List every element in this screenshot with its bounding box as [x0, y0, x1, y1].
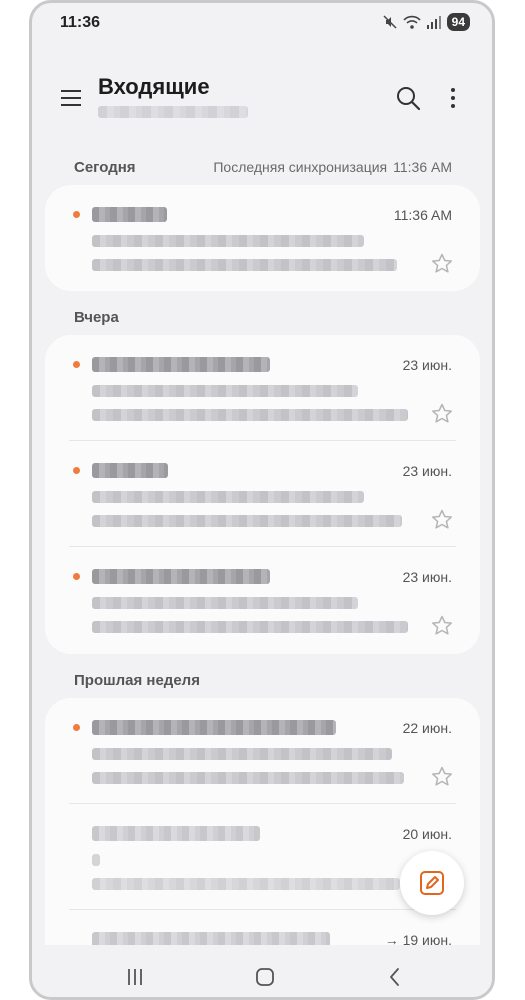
phone-screen: 11:36 94 Входящие Сегодня Последняя синх…	[29, 0, 495, 1000]
more-vertical-icon	[451, 88, 455, 108]
unread-dot	[73, 724, 80, 731]
section-yesterday: Вчера	[74, 309, 119, 326]
sync-time: 11:36 AM	[393, 159, 452, 175]
edit-pencil-icon	[420, 871, 444, 895]
mail-item[interactable]: 23 июн.	[45, 441, 480, 547]
page-title: Входящие	[98, 74, 210, 99]
status-time: 11:36	[60, 14, 101, 31]
system-nav-bar	[32, 948, 492, 997]
mail-sender-blurred	[92, 569, 270, 584]
mail-item[interactable]: 23 июн.	[45, 547, 480, 653]
status-icons: 94	[382, 13, 470, 31]
signal-icon	[426, 16, 441, 29]
mail-date: 22 июн.	[402, 720, 452, 736]
mail-preview-blurred	[92, 259, 397, 271]
star-icon[interactable]	[430, 402, 454, 426]
wifi-icon	[403, 15, 421, 29]
mail-preview-blurred	[92, 621, 408, 633]
search-icon	[397, 87, 421, 111]
menu-button[interactable]	[56, 83, 86, 113]
mail-sender-blurred	[92, 207, 167, 222]
compose-button[interactable]	[400, 851, 464, 915]
status-bar: 11:36 94	[32, 3, 492, 43]
star-icon[interactable]	[430, 614, 454, 638]
star-icon[interactable]	[430, 765, 454, 789]
mail-date: 23 июн.	[402, 463, 452, 479]
back-icon[interactable]	[382, 964, 408, 990]
mail-date: 23 июн.	[402, 569, 452, 585]
recent-apps-icon[interactable]	[122, 964, 148, 990]
mail-item[interactable]: 23 июн.	[45, 335, 480, 441]
mail-sender-blurred	[92, 357, 270, 372]
unread-dot	[73, 467, 80, 474]
account-email-blurred	[98, 106, 248, 118]
mail-date: 11:36 AM	[393, 207, 452, 223]
hamburger-icon	[61, 90, 81, 106]
mail-sender-blurred	[92, 720, 336, 735]
mail-date: 23 июн.	[402, 357, 452, 373]
more-options-button[interactable]	[438, 83, 468, 113]
mail-date: → 19 июн.	[384, 932, 452, 945]
mail-date: 20 июн.	[402, 826, 452, 842]
unread-dot	[73, 361, 80, 368]
mail-group-yesterday: 23 июн. 23 июн. 23 июн.	[45, 335, 480, 654]
star-icon[interactable]	[430, 252, 454, 276]
mail-subject-blurred	[92, 597, 358, 609]
home-icon[interactable]	[252, 964, 278, 990]
unread-dot	[73, 573, 80, 580]
mail-item[interactable]: → 19 июн.	[45, 910, 480, 945]
star-icon[interactable]	[430, 508, 454, 532]
mail-subject-blurred	[92, 491, 364, 503]
mail-preview-blurred	[92, 409, 408, 421]
mail-sender-blurred	[92, 932, 330, 945]
mail-preview-blurred	[92, 515, 402, 527]
mail-subject-blurred	[92, 385, 358, 397]
mail-subject-blurred	[92, 854, 100, 866]
sync-label: Последняя синхронизация	[213, 159, 388, 175]
mail-sender-blurred	[92, 463, 168, 478]
mute-icon	[383, 15, 397, 29]
mail-subject-blurred	[92, 748, 392, 760]
section-last-week: Прошлая неделя	[74, 672, 200, 689]
section-today: Сегодня	[74, 159, 136, 176]
app-header: Входящие	[32, 63, 492, 133]
mail-preview-blurred	[92, 772, 404, 784]
mail-item[interactable]: 11:36 AM	[45, 185, 480, 291]
battery-indicator: 94	[446, 13, 470, 31]
search-button[interactable]	[393, 83, 423, 113]
unread-dot	[73, 211, 80, 218]
sync-status: Последняя синхронизация 11:36 AM	[207, 159, 452, 175]
mail-sender-blurred	[92, 826, 260, 841]
mail-item[interactable]: 22 июн.	[45, 698, 480, 804]
mail-subject-blurred	[92, 235, 364, 247]
mail-preview-blurred	[92, 878, 400, 890]
mail-group-today: 11:36 AM	[45, 185, 480, 291]
